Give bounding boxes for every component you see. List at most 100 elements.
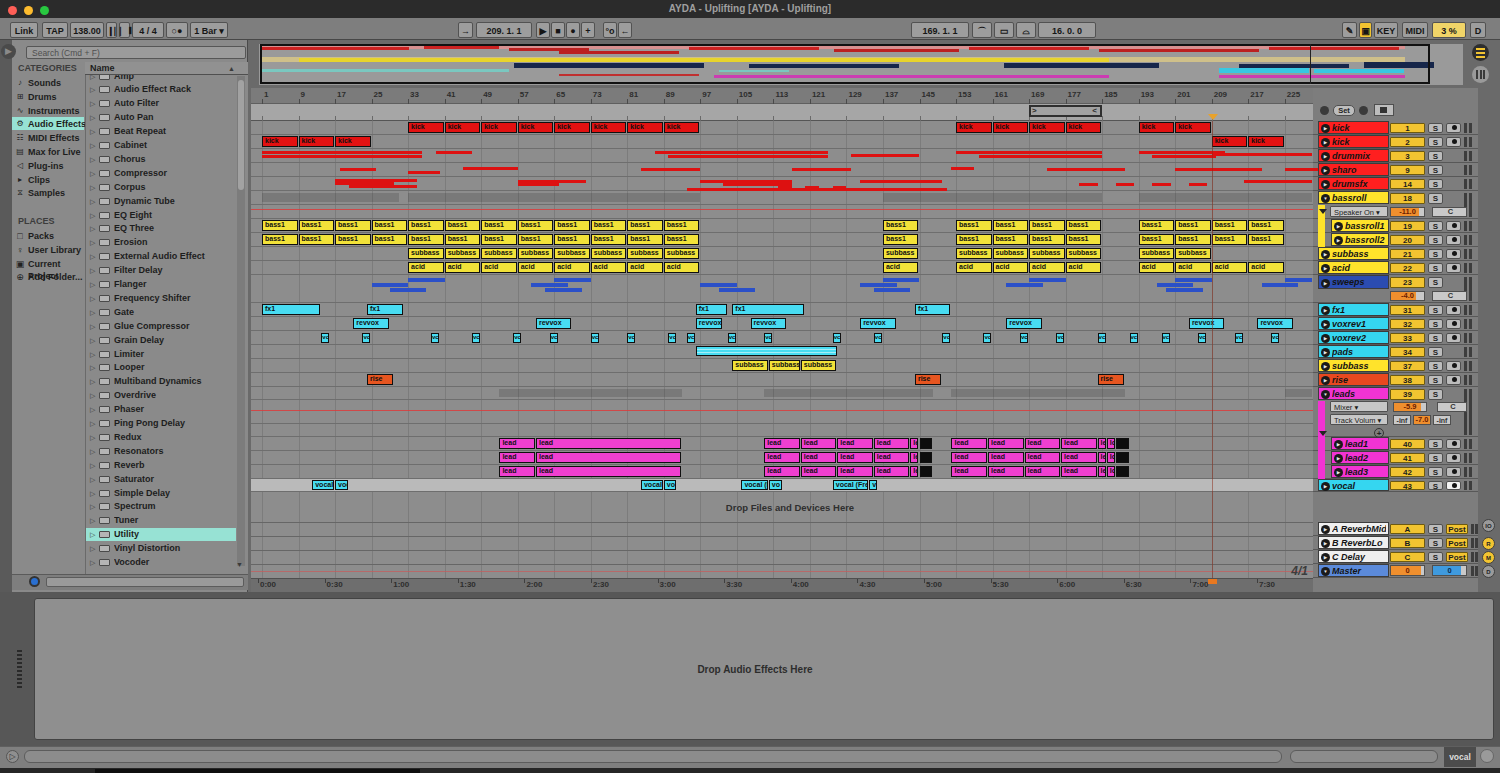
clip[interactable]: lead [536, 438, 681, 449]
arm-button[interactable] [1446, 263, 1461, 273]
browser-item[interactable]: ▷Simple Delay [90, 487, 236, 500]
clip[interactable]: bass1 [518, 220, 554, 231]
clip[interactable]: lead [764, 466, 800, 477]
arm-button[interactable] [1446, 123, 1461, 133]
clip[interactable]: vc [1020, 333, 1028, 343]
clip[interactable]: bass1 [883, 220, 919, 231]
io-toggle[interactable]: IO [1482, 519, 1495, 532]
punch-out-button[interactable]: ⌓ [1016, 22, 1036, 38]
clip[interactable]: kick [956, 122, 992, 133]
track-number-badge[interactable]: 1 [1390, 123, 1425, 133]
clip[interactable]: fx1 [367, 304, 403, 315]
device-chooser[interactable]: Mixer ▾ [1330, 401, 1388, 412]
expand-triangle-icon[interactable]: ▷ [90, 292, 98, 305]
expand-triangle-icon[interactable]: ▷ [90, 153, 98, 166]
clip[interactable]: bass1 [1029, 234, 1065, 245]
loop-length-field[interactable]: 16. 0. 0 [1038, 22, 1096, 38]
sidebar-item-max-for-live[interactable]: ▤Max for Live [14, 146, 86, 159]
draw-mode-button[interactable]: °o [603, 22, 617, 38]
arm-button[interactable] [1446, 305, 1461, 315]
sidebar-item-current-project[interactable]: ▣Current Project [14, 258, 86, 271]
arm-button[interactable] [1446, 249, 1461, 259]
track-number-badge[interactable]: 21 [1390, 249, 1425, 259]
track-name-block[interactable]: ▼bassroll [1318, 191, 1389, 204]
clip[interactable]: lead [837, 438, 873, 449]
clip[interactable]: vc [550, 333, 558, 343]
track-number-badge[interactable]: 37 [1390, 361, 1425, 371]
browser-item[interactable]: ▷Compressor [90, 167, 236, 180]
tempo-field[interactable]: 138.00 [70, 22, 104, 38]
loop-button[interactable]: ▭ [994, 22, 1014, 38]
track-number-badge[interactable]: 34 [1390, 347, 1425, 357]
clip[interactable] [920, 438, 933, 449]
track-name-block[interactable]: ▶lead1 [1331, 437, 1389, 450]
clip[interactable]: bass1 [481, 234, 517, 245]
browser-item[interactable]: ▷Ping Pong Delay [90, 417, 236, 430]
clip[interactable]: bass1 [1212, 234, 1248, 245]
solo-button[interactable]: S [1428, 137, 1443, 147]
clip[interactable]: bass1 [299, 220, 335, 231]
clip[interactable]: subbass [1029, 248, 1065, 259]
play-button[interactable]: ▶ [536, 22, 550, 38]
clip[interactable]: acid [1212, 262, 1248, 273]
browser-toggle-icon[interactable]: ▶ [1, 44, 16, 59]
solo-button[interactable]: S [1428, 151, 1443, 161]
track-number-badge[interactable]: 19 [1390, 221, 1425, 231]
scroll-down-icon[interactable]: ▼ [236, 560, 246, 570]
expand-triangle-icon[interactable]: ▷ [90, 403, 98, 416]
clip[interactable]: kick [408, 122, 444, 133]
clip[interactable]: lead [1061, 466, 1097, 477]
browser-item[interactable]: ▷Filter Delay [90, 264, 236, 277]
clip[interactable]: vc [687, 333, 695, 343]
track-name-block[interactable]: ▶kick [1318, 121, 1389, 134]
browser-item[interactable]: ▷Resonators [90, 445, 236, 458]
sidebar-item-samples[interactable]: ⧖Samples [14, 187, 86, 200]
search-input[interactable]: Search (Cmd + F) [26, 46, 246, 59]
play-icon[interactable]: ▶ [1334, 222, 1343, 231]
track-number-badge[interactable]: 38 [1390, 375, 1425, 385]
track-number-badge[interactable]: 14 [1390, 179, 1425, 189]
track-name-block[interactable]: ▶voxrev2 [1318, 331, 1389, 344]
browser-item[interactable]: ▷Dynamic Tube [90, 195, 236, 208]
clip[interactable]: bass1 [518, 234, 554, 245]
clip[interactable]: bass1 [1139, 220, 1175, 231]
drawmode-toggle[interactable]: D [1482, 565, 1495, 578]
expand-triangle-icon[interactable]: ▷ [90, 445, 98, 458]
clip[interactable]: acid [627, 262, 663, 273]
expand-triangle-icon[interactable]: ▷ [90, 236, 98, 249]
clip[interactable]: bass1 [299, 234, 335, 245]
clip[interactable]: bass1 [481, 220, 517, 231]
clip[interactable]: acid [408, 262, 444, 273]
solo-button[interactable]: S [1428, 249, 1443, 259]
clip[interactable]: acid [445, 262, 481, 273]
clip[interactable]: vc [668, 333, 676, 343]
clip[interactable]: bass1 [554, 220, 590, 231]
expand-triangle-icon[interactable]: ▷ [90, 542, 98, 555]
clip[interactable]: subbass [481, 248, 517, 259]
sidebar-item-add-folder-[interactable]: ⊕Add Folder... [14, 271, 86, 284]
solo-button[interactable]: S [1428, 123, 1443, 133]
arm-button[interactable] [1446, 221, 1461, 231]
clip[interactable]: acid [664, 262, 700, 273]
clip[interactable]: acid [883, 262, 919, 273]
play-icon[interactable]: ▶ [1321, 539, 1330, 548]
solo-button[interactable]: S [1428, 277, 1443, 288]
clip[interactable]: bass1 [554, 234, 590, 245]
record-button[interactable]: ● [566, 22, 580, 38]
clip[interactable]: vc [728, 333, 736, 343]
clip[interactable]: le [1098, 438, 1106, 449]
clip[interactable]: fx1 [732, 304, 804, 315]
expand-triangle-icon[interactable]: ▷ [90, 473, 98, 486]
solo-button[interactable]: S [1428, 538, 1443, 548]
solo-button[interactable]: S [1428, 453, 1443, 463]
clip[interactable]: lead [536, 466, 681, 477]
clip[interactable]: kick [627, 122, 663, 133]
expand-triangle-icon[interactable]: ▷ [90, 320, 98, 333]
clip[interactable]: subbass [732, 360, 768, 371]
clip[interactable]: bass1 [1248, 234, 1284, 245]
track-number-badge[interactable]: 23 [1390, 277, 1425, 288]
clip[interactable] [1116, 466, 1129, 477]
solo-button[interactable]: S [1428, 319, 1443, 329]
clip[interactable]: kick [1066, 122, 1102, 133]
automation-value[interactable]: -inf [1393, 415, 1411, 425]
